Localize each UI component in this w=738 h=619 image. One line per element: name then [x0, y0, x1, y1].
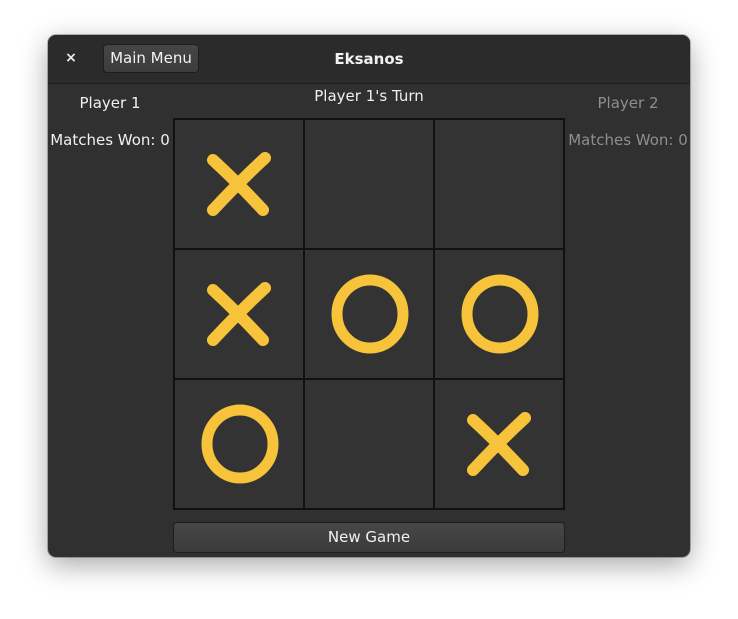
o-mark-icon	[461, 274, 539, 354]
main-menu-button[interactable]: Main Menu	[103, 44, 199, 73]
board-cell[interactable]	[435, 250, 563, 378]
turn-indicator: Player 1's Turn	[314, 87, 424, 105]
board-cell[interactable]	[175, 380, 303, 508]
close-icon: ×	[65, 50, 77, 66]
player-2-matches-won: Matches Won: 0	[568, 131, 688, 149]
close-button[interactable]: ×	[60, 47, 82, 69]
player-1-matches-won: Matches Won: 0	[50, 131, 170, 149]
x-mark-icon	[467, 412, 531, 476]
board-cell[interactable]	[175, 120, 303, 248]
board-cell[interactable]	[435, 380, 563, 508]
board-cell[interactable]	[305, 250, 433, 378]
x-mark-icon	[207, 282, 271, 346]
board-cell[interactable]	[305, 380, 433, 508]
player-2-name: Player 2	[597, 94, 659, 112]
o-mark-icon	[331, 274, 409, 354]
board-cell[interactable]	[305, 120, 433, 248]
board-cell[interactable]	[175, 250, 303, 378]
new-game-button[interactable]: New Game	[173, 522, 565, 553]
board-cell[interactable]	[435, 120, 563, 248]
o-mark-icon	[201, 404, 279, 484]
game-window: × Main Menu Eksanos Player 1 Matches Won…	[48, 35, 690, 557]
title-bar: × Main Menu Eksanos	[48, 35, 690, 84]
game-board	[173, 118, 565, 510]
x-mark-icon	[207, 152, 271, 216]
player-1-name: Player 1	[79, 94, 141, 112]
